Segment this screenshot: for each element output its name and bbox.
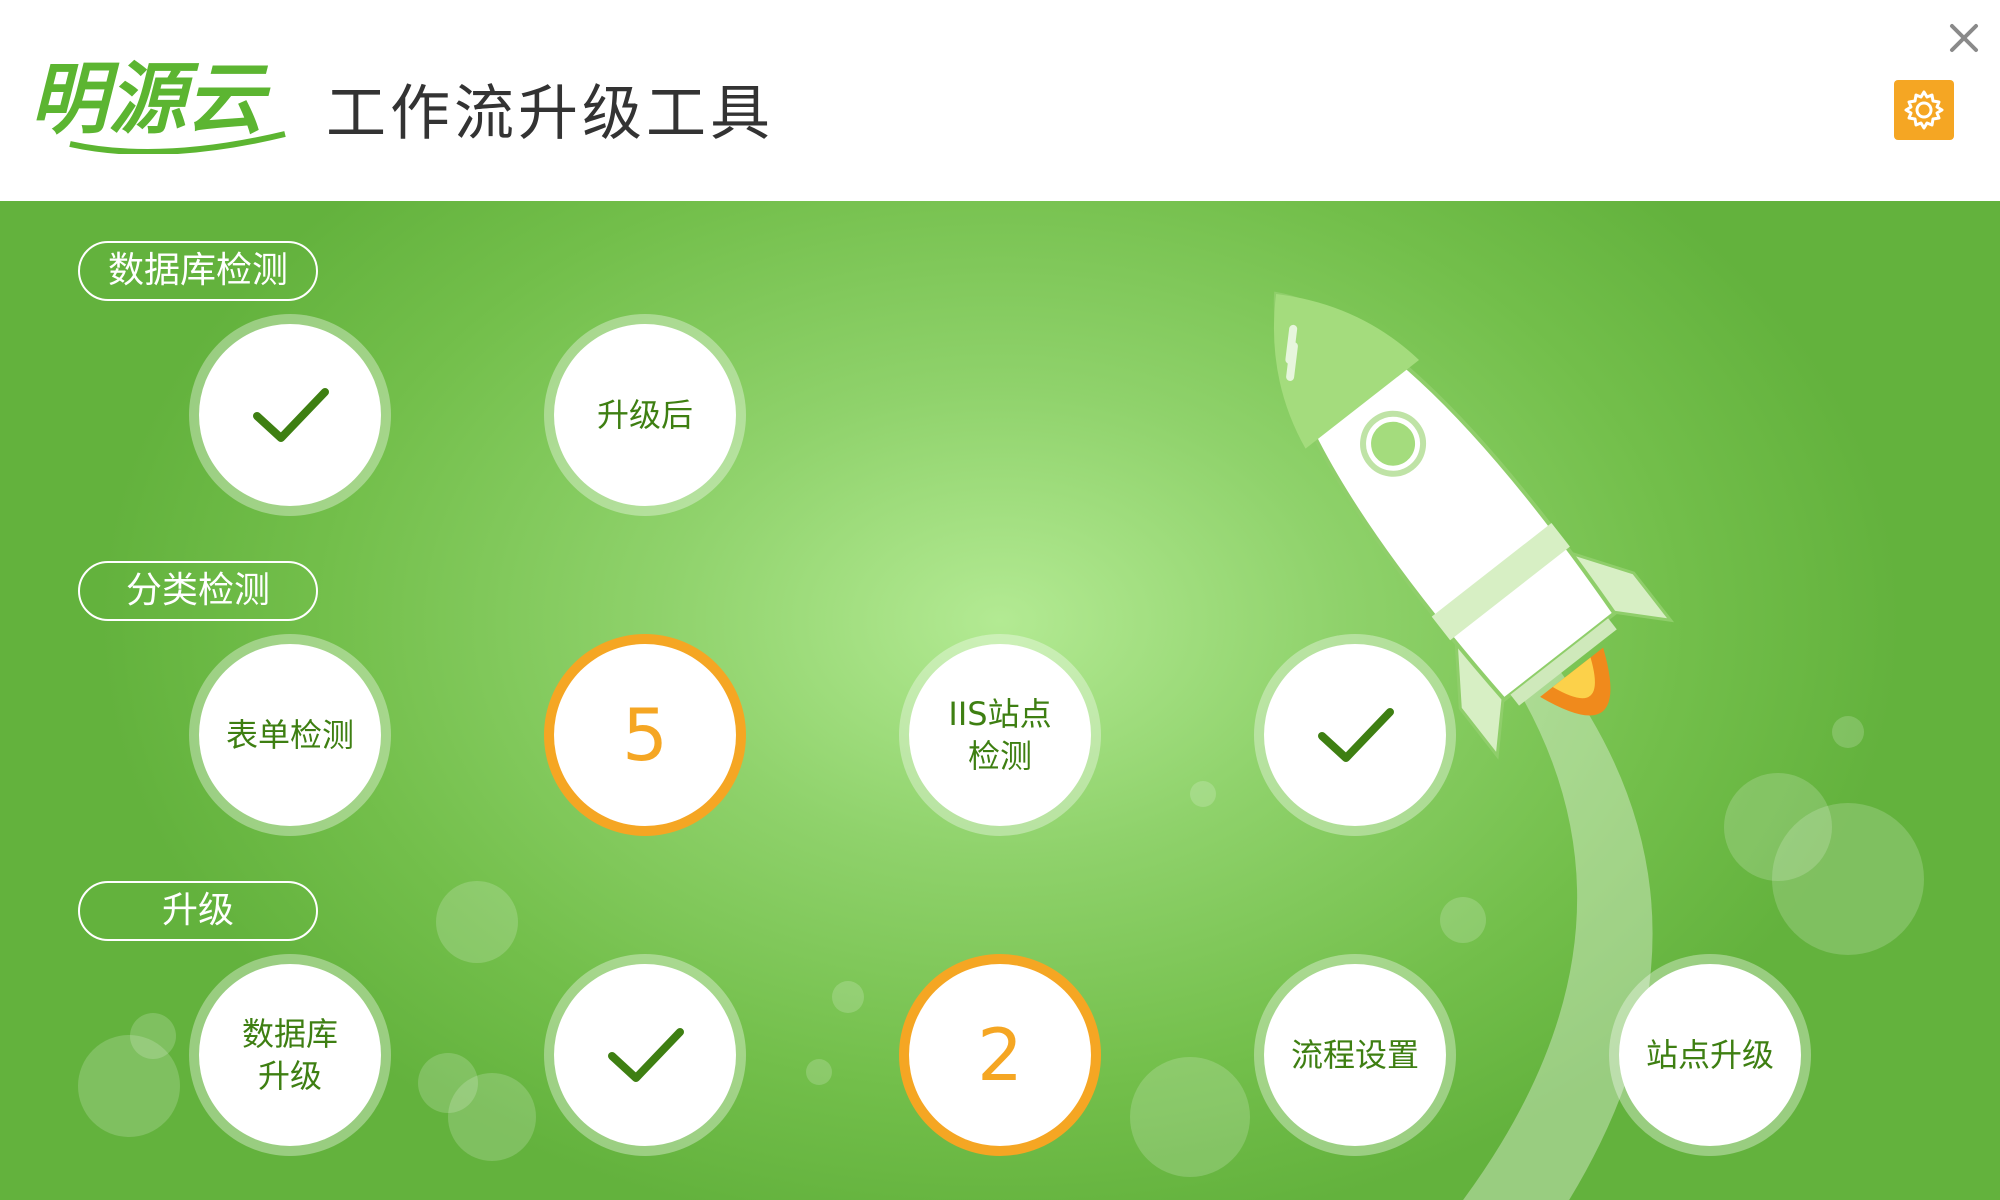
- step-count-badge[interactable]: 5: [554, 644, 736, 826]
- step-label: IIS站点 检测: [948, 695, 1052, 775]
- step-iis-site-check[interactable]: IIS站点 检测: [909, 644, 1091, 826]
- close-icon: [1950, 24, 1978, 52]
- step-label: 表单检测: [225, 716, 354, 754]
- decor-bubble: [832, 981, 864, 1013]
- decor-bubble: [1832, 716, 1864, 748]
- step-site-upgrade[interactable]: 站点升级: [1619, 964, 1801, 1146]
- step-upgrade-done[interactable]: [554, 964, 736, 1146]
- section-label-upgrade: 升级: [78, 881, 318, 941]
- app-title: 工作流升级工具: [326, 79, 774, 149]
- mingyuan-logo: 明源云: [30, 55, 286, 154]
- decor-bubble: [130, 1013, 176, 1059]
- close-button[interactable]: [1942, 16, 1986, 60]
- svg-text:明源云: 明源云: [30, 55, 271, 145]
- settings-button[interactable]: [1894, 80, 1954, 140]
- check-icon: [253, 388, 329, 442]
- check-icon: [1318, 708, 1394, 762]
- step-label: 站点升级: [1645, 1036, 1774, 1074]
- section-label-category-check: 分类检测: [78, 561, 318, 621]
- step-workflow-settings[interactable]: 流程设置: [1264, 964, 1446, 1146]
- step-count-badge[interactable]: 2: [909, 964, 1091, 1146]
- title-bar: 明源云 工作流升级工具: [0, 0, 2000, 201]
- step-count: 5: [622, 693, 668, 777]
- decor-bubble: [806, 1059, 832, 1085]
- check-icon: [608, 1028, 684, 1082]
- step-database-upgrade[interactable]: 数据库 升级: [199, 964, 381, 1146]
- decor-bubble: [436, 881, 518, 963]
- section-label-database-check: 数据库检测: [78, 241, 318, 301]
- workflow-panel: 数据库检测 分类检测 升级 升级后 表单检测 5 IIS站点 检测 数据库 升级…: [0, 201, 2000, 1200]
- step-label: 数据库 升级: [241, 1015, 338, 1095]
- decor-bubble: [448, 1073, 536, 1161]
- step-database-check-done[interactable]: [199, 324, 381, 506]
- step-after-upgrade[interactable]: 升级后: [554, 324, 736, 506]
- gear-icon: [1904, 90, 1944, 130]
- decor-bubble: [1772, 803, 1924, 955]
- step-label: 流程设置: [1290, 1036, 1419, 1074]
- step-category-check-done[interactable]: [1264, 644, 1446, 826]
- step-label: 升级后: [596, 396, 693, 434]
- step-form-check[interactable]: 表单检测: [199, 644, 381, 826]
- step-count: 2: [977, 1013, 1023, 1097]
